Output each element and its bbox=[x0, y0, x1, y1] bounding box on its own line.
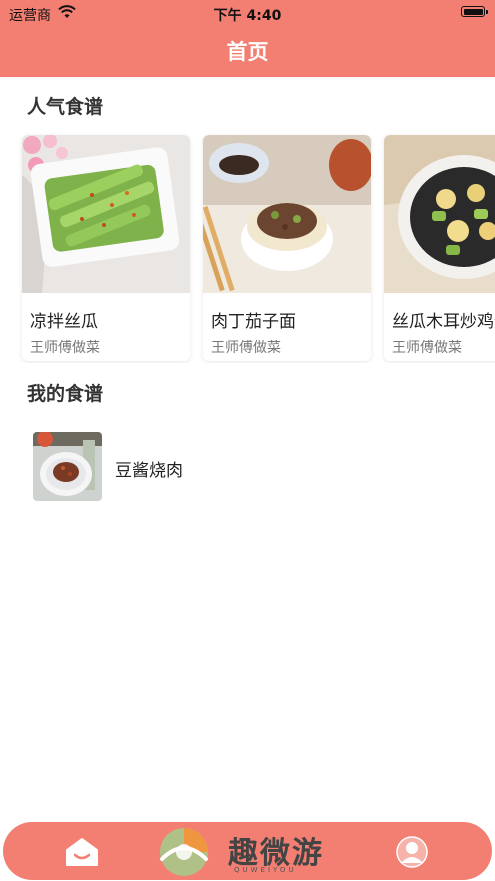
page-title: 首页 bbox=[226, 40, 269, 64]
recipe-photo bbox=[384, 135, 495, 293]
popular-recipes-carousel[interactable]: 凉拌丝瓜 王师傅做菜 肉丁茄子面 王师傅做菜 丝瓜木耳炒鸡 王师傅做菜 bbox=[0, 131, 495, 363]
recipe-author: 王师傅做菜 bbox=[211, 340, 281, 356]
recipe-photo bbox=[22, 135, 190, 293]
status-time: 下午 4:40 bbox=[213, 8, 282, 24]
recipe-card[interactable]: 肉丁茄子面 王师傅做菜 bbox=[203, 135, 371, 361]
battery-icon bbox=[461, 6, 488, 17]
home-icon[interactable] bbox=[65, 837, 99, 867]
tab-bar: 趣微游 QUWEIYOU bbox=[3, 822, 492, 880]
recipe-name: 丝瓜木耳炒鸡蛋 bbox=[392, 312, 495, 332]
popular-heading: 人气食谱 bbox=[27, 96, 104, 118]
my-recipe-item[interactable]: 豆酱烧肉 bbox=[33, 432, 473, 502]
top-bar: 运营商 下午 4:40 首页 bbox=[0, 0, 495, 77]
recipe-author: 王师傅做菜 bbox=[30, 340, 100, 356]
profile-icon[interactable] bbox=[396, 836, 428, 868]
watermark-logo bbox=[160, 828, 208, 876]
recipe-name: 凉拌丝瓜 bbox=[30, 312, 98, 332]
recipe-photo bbox=[203, 135, 371, 293]
watermark: 趣微游 QUWEIYOU bbox=[156, 822, 356, 880]
my-recipes-heading: 我的食谱 bbox=[27, 383, 104, 405]
recipe-card[interactable]: 凉拌丝瓜 王师傅做菜 bbox=[22, 135, 190, 361]
recipe-name: 豆酱烧肉 bbox=[115, 461, 183, 481]
recipe-thumbnail bbox=[33, 432, 102, 501]
recipe-card[interactable]: 丝瓜木耳炒鸡蛋 王师傅做菜 bbox=[384, 135, 495, 361]
watermark-subtext: QUWEIYOU bbox=[234, 866, 297, 874]
status-bar: 运营商 下午 4:40 bbox=[0, 0, 495, 26]
recipe-author: 王师傅做菜 bbox=[392, 340, 462, 356]
recipe-name: 肉丁茄子面 bbox=[211, 312, 296, 332]
